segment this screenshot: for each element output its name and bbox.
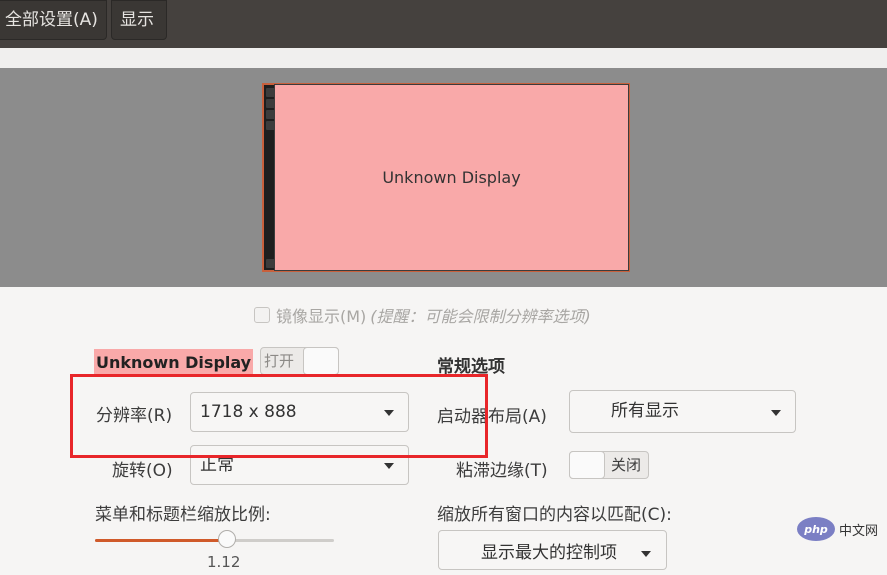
mirror-option: 镜像显示(M) (提醒：可能会限制分辨率选项) [254,304,591,326]
mirror-hint: (提醒：可能会限制分辨率选项) [370,307,591,326]
toggle-knob [303,347,339,375]
display-toggle-label: 打开 [264,352,295,370]
launcher-placement-dropdown[interactable]: 所有显示 [569,390,796,433]
header-bar: 全部设置(A) 显示 [0,0,887,48]
sticky-edges-label: 粘滞边缘(T) [456,461,548,481]
all-settings-button[interactable]: 全部设置(A) [0,0,107,40]
mirror-label: 镜像显示(M) [276,307,367,326]
scale-slider-fill [95,539,226,542]
watermark: php 中文网 [797,517,878,541]
display-name-label: Unknown Display [94,349,254,376]
rotation-label: 旋转(O) [112,461,173,481]
header-strip [0,48,887,68]
chevron-down-icon [384,463,394,469]
sticky-edges-toggle[interactable]: 关闭 [569,451,649,479]
toggle-knob [569,451,605,479]
fit-scale-value: 显示最大的控制项 [481,543,617,563]
watermark-text: 中文网 [839,523,879,539]
launcher-placement-value: 所有显示 [611,401,679,421]
display-preview[interactable]: Unknown Display [274,84,629,271]
annotation-highlight-box [70,374,488,458]
scale-value: 1.12 [207,553,241,571]
scale-slider-track[interactable] [95,539,334,542]
scale-slider-knob[interactable] [218,530,236,548]
chevron-down-icon [771,410,781,416]
mirror-checkbox[interactable] [254,307,270,323]
fit-scale-label: 缩放所有窗口的内容以匹配(C): [437,505,672,525]
display-title-button[interactable]: 显示 [111,0,167,40]
display-power-toggle[interactable]: 打开 [260,347,339,375]
scale-label: 菜单和标题栏缩放比例: [95,505,271,525]
sticky-edges-toggle-label: 关闭 [611,456,642,474]
chevron-down-icon [641,551,651,557]
display-preview-label: Unknown Display [382,168,521,187]
php-logo: php [797,517,835,541]
fit-scale-dropdown[interactable]: 显示最大的控制项 [438,530,667,570]
